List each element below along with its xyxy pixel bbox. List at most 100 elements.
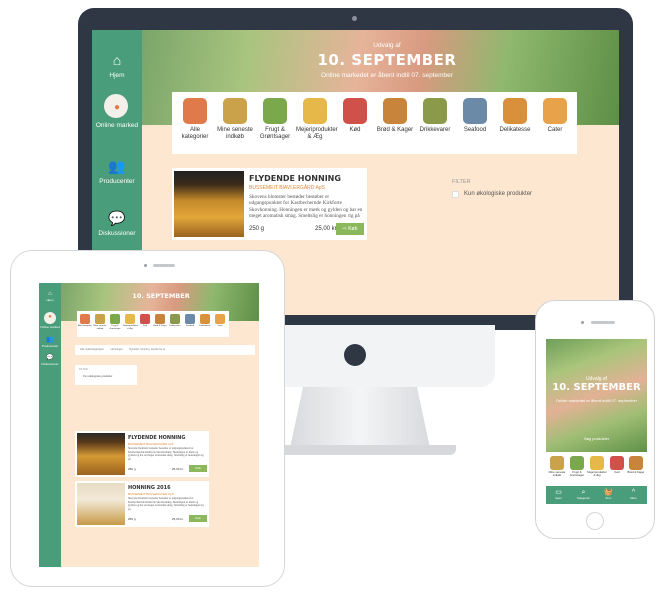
- product-producer[interactable]: BUSSEMEIT BIAVLERGÅRD ApS: [128, 442, 174, 446]
- category-meat[interactable]: Kød: [336, 98, 374, 134]
- sidebar-item-label: Online marked: [95, 122, 139, 129]
- category-drinks[interactable]: Drikkevarer: [416, 98, 454, 134]
- tablet-sidebar: ⌂ Hjem ● Online marked 👥 Producenter 💬 Disku…: [39, 283, 61, 567]
- organic-checkbox-label[interactable]: Kun økologiske produkter: [464, 191, 532, 197]
- product-producer[interactable]: BUSSEMEIT BIAVLERGÅRD ApS: [128, 492, 174, 496]
- sidebar-item-discussions[interactable]: 💬 Diskussioner: [92, 210, 142, 238]
- chat-icon: 💬: [108, 210, 126, 226]
- category-delicatessen[interactable]: Delikatesse: [496, 98, 534, 134]
- phone-speaker: [591, 321, 615, 324]
- category-illustration-icon: [200, 314, 210, 324]
- organic-checkbox-label[interactable]: Kun økologiske produkter: [83, 375, 112, 378]
- tab-label: Kurv: [605, 496, 612, 500]
- phone-category[interactable]: Frugt & Grøntsager: [566, 456, 588, 477]
- tablet-category[interactable]: Mejeriprodukter & Æg: [123, 314, 138, 330]
- product-price: 25,00 kr.: [172, 467, 184, 471]
- sidebar-item-online-market[interactable]: ● Online marked: [92, 100, 142, 130]
- category-seafood[interactable]: Seafood: [456, 98, 494, 134]
- tablet-sidebar-item-home[interactable]: ⌂ Hjem: [39, 291, 61, 302]
- sidebar-item-label: Diskussioner: [98, 230, 136, 237]
- category-illustration-icon: [423, 98, 447, 124]
- category-label: Mine seneste indkøb: [93, 325, 107, 330]
- category-illustration-icon: [80, 314, 90, 324]
- category-strip: Alle kategorier Mine seneste indkøb Frug…: [172, 92, 577, 154]
- tablet-category[interactable]: Frugt & Grøntsager: [108, 314, 122, 330]
- category-illustration-icon: [610, 456, 624, 470]
- breadcrumb-item[interactable]: Honninget: [111, 348, 123, 351]
- tab-categories[interactable]: ⌕ Kategorier: [571, 488, 596, 500]
- category-illustration-icon: [140, 314, 150, 324]
- tab-more[interactable]: ^ Mere: [621, 488, 646, 500]
- phone-category[interactable]: Brød & Kager: [625, 456, 647, 474]
- category-all[interactable]: Alle kategorier: [176, 98, 214, 141]
- product-weight: 250 g: [249, 226, 265, 232]
- tablet-category[interactable]: Kød: [138, 314, 152, 328]
- sidebar-item-label: Hjem: [109, 72, 125, 79]
- filter-title: FILTER: [452, 179, 471, 185]
- product-title: FLYDENDE HONNING: [128, 435, 186, 441]
- category-label: Alle kategorier: [181, 127, 209, 140]
- category-dairy[interactable]: Mejeriprodukter & Æg: [296, 98, 338, 141]
- category-label: Cater: [217, 325, 223, 327]
- tablet-category[interactable]: Delikatesse: [198, 314, 212, 328]
- tab-basket[interactable]: 🧺 Kurv: [596, 488, 621, 500]
- category-illustration-icon: [590, 456, 604, 470]
- tablet-sidebar-item-discussions[interactable]: 💬 Diskussioner: [39, 355, 61, 366]
- category-label: Drikkevarer: [419, 127, 451, 133]
- product-description: Skovens blomster bestøder bestøber er ud…: [128, 497, 204, 511]
- product-price: 25,00 kr.: [315, 226, 339, 232]
- category-recent[interactable]: Mine seneste indkøb: [216, 98, 254, 141]
- tablet-category[interactable]: Drikkevarer: [168, 314, 182, 328]
- category-illustration-icon: [223, 98, 247, 124]
- tab-label: Hjem: [555, 496, 562, 500]
- category-illustration-icon: [543, 98, 567, 124]
- tablet-category[interactable]: Brød & Kager: [153, 314, 167, 328]
- tab-home[interactable]: ▭ Hjem: [546, 488, 571, 500]
- phone-tab-bar: ▭ Hjem ⌕ Kategorier 🧺 Kurv ^ Mere: [546, 486, 647, 504]
- sidebar-item-producers[interactable]: 👥 Producenter: [92, 158, 142, 186]
- category-label: Kød: [142, 325, 147, 327]
- product-card[interactable]: FLYDENDE HONNING BUSSEMEIT BIAVLERGÅRD A…: [172, 168, 367, 240]
- breadcrumb-item[interactable]: Nyheder, honning, lovede for ar: [129, 348, 165, 351]
- breadcrumb-item[interactable]: Alle markedsgrupper: [80, 348, 104, 351]
- tablet-sidebar-item-producers[interactable]: 👥 Producenter: [39, 337, 61, 348]
- tablet-product-card[interactable]: HONNING 2016 BUSSEMEIT BIAVLERGÅRD ApS S…: [75, 481, 209, 527]
- market-icon: ●: [113, 102, 121, 113]
- phone-home-button[interactable]: [586, 512, 604, 530]
- tablet-product-card[interactable]: FLYDENDE HONNING BUSSEMEIT BIAVLERGÅRD A…: [75, 431, 209, 477]
- category-illustration-icon: [463, 98, 487, 124]
- phone-category[interactable]: Mejeriprodukter & Æg: [586, 456, 608, 477]
- sidebar-item-home[interactable]: ⌂ Hjem: [92, 52, 142, 80]
- sidebar-item-label: Hjem: [46, 298, 54, 302]
- category-cater[interactable]: Cater: [536, 98, 574, 134]
- tablet-filter-panel: FILTER Kun økologiske produkter: [75, 365, 137, 385]
- category-label: Drikkevarer: [169, 325, 181, 327]
- product-producer[interactable]: BUSSEMEIT BIAVLERGÅRD ApS: [249, 185, 325, 191]
- category-illustration-icon: [170, 314, 180, 324]
- category-label: Delikatesse: [199, 325, 211, 327]
- tablet-camera: [144, 264, 147, 267]
- organic-checkbox[interactable]: [452, 191, 459, 198]
- category-fruit-veg[interactable]: Frugt & Grøntsager: [256, 98, 294, 141]
- phone-category[interactable]: Mine seneste indkøb: [546, 456, 568, 477]
- category-label: Alle kategorier: [78, 325, 92, 327]
- hero-description: Online markedet er åbent indtil 07. sept…: [555, 398, 638, 403]
- tablet-category[interactable]: Alle kategorier: [78, 314, 92, 328]
- buy-button[interactable]: ⇨ Køb: [336, 223, 364, 235]
- category-label: Mejeriprodukter & Æg: [296, 127, 338, 140]
- buy-button[interactable]: Køb: [189, 515, 207, 522]
- people-icon: 👥: [46, 337, 54, 343]
- buy-button[interactable]: Køb: [189, 465, 207, 472]
- tablet-category[interactable]: Seafood: [183, 314, 197, 328]
- product-title: FLYDENDE HONNING: [249, 174, 341, 183]
- tablet-category[interactable]: Cater: [213, 314, 227, 328]
- phone-hero-banner: Udvalg af 10. SEPTEMBER Online markedet …: [546, 339, 647, 452]
- category-illustration-icon: [155, 314, 165, 324]
- category-bread[interactable]: Brød & Kager: [376, 98, 414, 134]
- tablet-sidebar-item-online-market[interactable]: ● Online marked: [39, 314, 61, 329]
- sidebar-item-label: Producenter: [99, 178, 135, 185]
- market-icon: ●: [48, 314, 52, 320]
- category-label: Delikatesse: [499, 127, 531, 133]
- tablet-category[interactable]: Mine seneste indkøb: [93, 314, 107, 330]
- search-products-link[interactable]: Søg produkter: [546, 436, 647, 441]
